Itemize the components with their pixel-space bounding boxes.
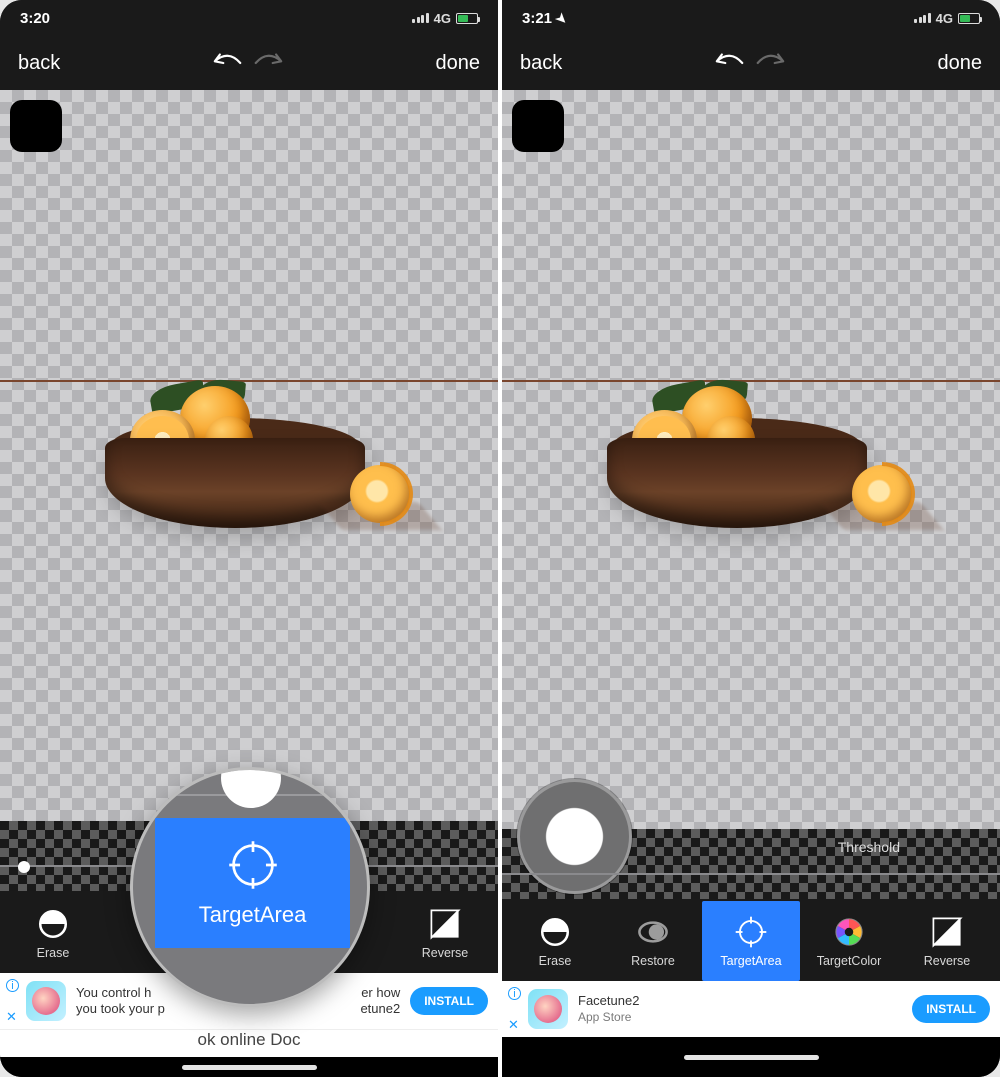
status-time: 3:20 xyxy=(20,10,50,27)
ad-info-icon[interactable]: i xyxy=(508,987,521,1000)
ad-info-icon[interactable]: i xyxy=(6,979,19,992)
tool-targetcolor[interactable]: TargetColor xyxy=(800,901,898,981)
done-button[interactable]: done xyxy=(436,52,481,75)
tool-reverse[interactable]: Reverse xyxy=(898,901,996,981)
ad-app-icon xyxy=(26,981,66,1021)
tool-row: Erase Restore TargetArea xyxy=(502,899,1000,981)
home-indicator[interactable] xyxy=(684,1055,819,1060)
signal-icon xyxy=(412,13,429,23)
image-subject-oranges-bowl xyxy=(552,360,932,535)
tool-label: TargetColor xyxy=(817,954,882,968)
colorwheel-icon xyxy=(832,915,866,949)
tool-label: TargetArea xyxy=(720,954,781,968)
brush-size-bar[interactable]: Threshold xyxy=(502,829,1000,899)
home-indicator-bar xyxy=(502,1037,1000,1077)
home-indicator-bar xyxy=(0,1057,498,1077)
slider-track[interactable] xyxy=(502,873,1000,875)
tool-erase[interactable]: Erase xyxy=(4,893,102,973)
redo-icon[interactable] xyxy=(254,50,288,76)
tool-label: Erase xyxy=(37,946,70,960)
restore-icon xyxy=(636,915,670,949)
battery-icon xyxy=(958,13,980,24)
back-button[interactable]: back xyxy=(18,52,60,75)
threshold-label: Threshold xyxy=(838,839,900,855)
dual-screenshot-container: 3:20 4G back done xyxy=(0,0,1000,1077)
screen-right: 3:21➤ 4G back done xyxy=(498,0,1000,1077)
done-button[interactable]: done xyxy=(938,52,983,75)
erase-icon xyxy=(36,907,70,941)
back-button[interactable]: back xyxy=(520,52,562,75)
tool-label: Reverse xyxy=(924,954,971,968)
tool-label: Erase xyxy=(539,954,572,968)
network-label: 4G xyxy=(434,11,451,26)
preview-thumbnail[interactable] xyxy=(10,100,62,152)
tool-restore[interactable]: Restore xyxy=(604,901,702,981)
edit-canvas[interactable] xyxy=(502,90,1000,829)
preview-thumbnail[interactable] xyxy=(512,100,564,152)
nav-bar: back done xyxy=(502,36,1000,90)
status-right: 4G xyxy=(914,11,980,26)
screen-left: 3:20 4G back done xyxy=(0,0,498,1077)
redo-icon[interactable] xyxy=(756,50,790,76)
nav-bar: back done xyxy=(0,36,498,90)
ad-text: Facetune2 App Store xyxy=(578,993,902,1024)
secondary-ad-strip[interactable]: ok online Doc xyxy=(0,1029,498,1057)
erase-icon xyxy=(538,915,572,949)
target-icon xyxy=(226,838,280,892)
signal-icon xyxy=(914,13,931,23)
tool-erase[interactable]: Erase xyxy=(506,901,604,981)
status-time: 3:21➤ xyxy=(522,10,567,27)
ad-banner[interactable]: i ✕ Facetune2 App Store INSTALL xyxy=(502,981,1000,1037)
bottom-controls: Threshold Erase Restore TargetArea xyxy=(502,829,1000,1077)
location-icon: ➤ xyxy=(552,9,571,28)
brush-preview-circle[interactable] xyxy=(517,779,632,894)
magnified-targetarea-button: TargetArea xyxy=(155,818,350,948)
magnifier-lens: TargetArea xyxy=(130,767,370,1007)
target-icon xyxy=(734,915,768,949)
edit-canvas[interactable] xyxy=(0,90,498,821)
slider-thumb[interactable] xyxy=(18,861,30,873)
home-indicator[interactable] xyxy=(182,1065,317,1070)
install-button[interactable]: INSTALL xyxy=(912,995,990,1023)
reverse-icon xyxy=(428,907,462,941)
battery-icon xyxy=(456,13,478,24)
magnified-slider-thumb xyxy=(221,767,281,808)
magnified-targetarea-label: TargetArea xyxy=(199,902,307,928)
status-bar: 3:21➤ 4G xyxy=(502,0,1000,36)
status-right: 4G xyxy=(412,11,478,26)
reverse-icon xyxy=(930,915,964,949)
tool-label: Restore xyxy=(631,954,675,968)
install-button[interactable]: INSTALL xyxy=(410,987,488,1015)
tool-targetarea[interactable]: TargetArea xyxy=(702,901,800,981)
ad-close-icon[interactable]: ✕ xyxy=(6,1009,17,1025)
network-label: 4G xyxy=(936,11,953,26)
undo-icon[interactable] xyxy=(208,50,242,76)
undo-icon[interactable] xyxy=(710,50,744,76)
ad-app-icon xyxy=(528,989,568,1029)
image-subject-oranges-bowl xyxy=(50,360,430,535)
ad-close-icon[interactable]: ✕ xyxy=(508,1017,519,1033)
status-bar: 3:20 4G xyxy=(0,0,498,36)
tool-label: Reverse xyxy=(422,946,469,960)
tool-reverse[interactable]: Reverse xyxy=(396,893,494,973)
